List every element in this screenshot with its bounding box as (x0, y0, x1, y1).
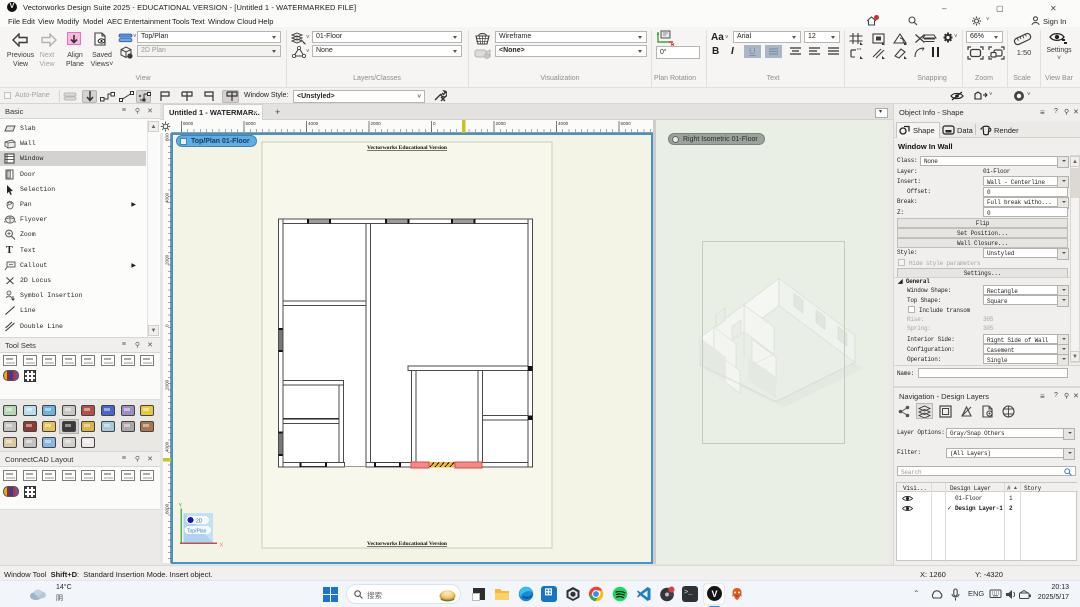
svg-text:2000: 2000 (371, 121, 382, 126)
svg-text:2000: 2000 (165, 254, 170, 265)
svg-text:8000: 8000 (183, 121, 194, 126)
svg-text:Vectorworks Educational Versio: Vectorworks Educational Version (367, 145, 448, 151)
svg-text:2D: 2D (196, 518, 203, 524)
svg-text:4000: 4000 (165, 441, 170, 452)
svg-text:4000: 4000 (308, 121, 319, 126)
svg-text:6000: 6000 (621, 121, 632, 126)
svg-text:Vectorworks Educational Versio: Vectorworks Educational Version (367, 541, 448, 547)
svg-text:0: 0 (165, 324, 170, 327)
svg-text:Top/Plan: Top/Plan (187, 528, 207, 534)
svg-text:0: 0 (433, 121, 436, 126)
svg-text:4000: 4000 (558, 121, 569, 126)
svg-text:2000: 2000 (165, 379, 170, 390)
svg-text:Y: Y (179, 503, 183, 509)
svg-text:6000: 6000 (246, 121, 257, 126)
svg-text:4000: 4000 (165, 192, 170, 203)
svg-text:X: X (220, 543, 224, 549)
svg-text:2000: 2000 (496, 121, 507, 126)
